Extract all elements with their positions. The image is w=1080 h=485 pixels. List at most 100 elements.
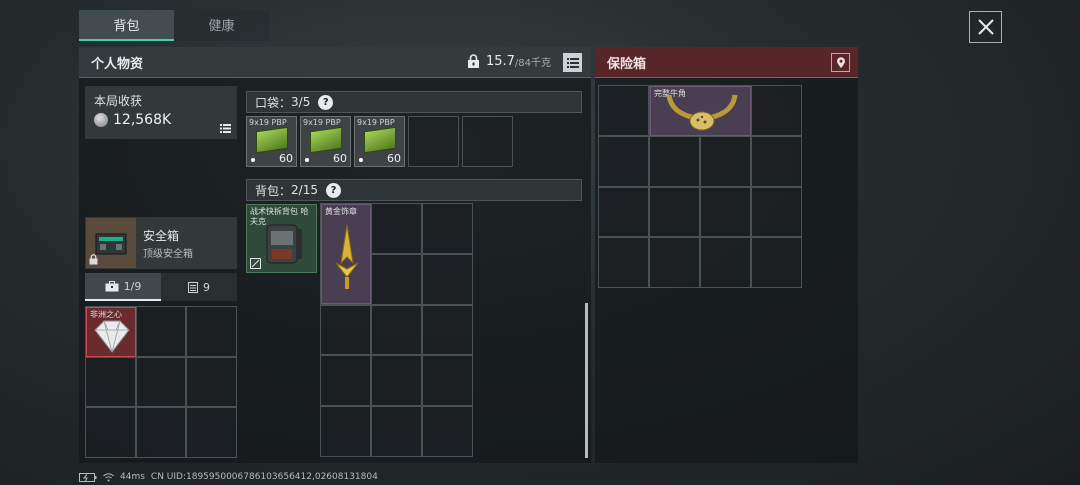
grid-cell[interactable] [700,237,751,288]
grid-cell[interactable] [422,304,473,356]
lock-icon [467,54,479,68]
grid-cell[interactable] [85,356,136,408]
locate-button[interactable] [831,53,850,72]
ammo-item[interactable]: 9x19 PBP 60 [300,116,351,167]
top-tabs: 背包 健康 [79,10,269,41]
ammo-item[interactable]: 9x19 PBP 60 [354,116,405,167]
list-icon [220,124,231,133]
grid-cell[interactable] [422,253,473,305]
grid-cell[interactable] [320,355,371,407]
close-button[interactable] [969,11,1002,43]
uid-text: CN UID:1895950006786103656412,0260813180… [150,472,378,482]
grid-cell[interactable] [649,237,700,288]
personal-header: 个人物资 15.7 /84千克 [79,47,591,78]
grid-cell[interactable] [135,407,187,458]
ammo-dot [359,158,363,162]
grid-cell[interactable] [371,253,422,305]
case-item-heart-of-africa[interactable]: 非洲之心 [86,307,136,357]
grid-cell[interactable] [598,186,649,238]
pocket-slot[interactable] [408,116,459,167]
grid-cell[interactable] [320,406,371,457]
horn-image [666,94,738,131]
safe-item-complete-horn[interactable]: 完整牛角 [650,86,751,136]
sort-menu-button[interactable] [563,53,582,72]
grid-cell[interactable] [751,186,802,238]
menu-icon [566,57,579,68]
grid-cell[interactable] [598,85,649,136]
tab-case-count[interactable]: 9 [161,273,237,301]
ping-text: 44ms [120,472,145,482]
backpack-help-icon[interactable]: ? [325,182,341,198]
harvest-box[interactable]: 本局收获 12,568K [85,86,237,139]
grid-cell[interactable] [422,355,473,407]
pocket-bar: 口袋： 3/5 ? [246,91,582,113]
briefcase-icon [105,280,119,291]
tab-case-slots[interactable]: 1/9 [85,273,161,301]
backpack-label: 背包： [255,183,292,198]
grid-cell[interactable] [751,135,802,187]
pocket-slot[interactable] [462,116,513,167]
backpack-scrollbar[interactable] [585,303,588,458]
grid-cell[interactable] [186,407,237,458]
grid-cell[interactable] [371,355,422,407]
diamond-image [94,320,130,353]
secure-case-slot[interactable]: 安全箱 顶级安全箱 [85,217,237,269]
secure-case-name: 安全箱 [143,229,180,243]
grid-cell[interactable] [422,406,473,457]
location-pin-icon [836,56,845,68]
grid-cell[interactable] [135,356,187,408]
ammo-item[interactable]: 9x19 PBP 60 [246,116,297,167]
grid-cell[interactable] [700,186,751,238]
ammo-count: 60 [333,152,347,165]
ammo-box-image [310,126,342,154]
safe-box-header: 保险箱 [595,47,858,78]
grid-cell[interactable] [751,237,802,288]
equipped-backpack[interactable]: 战术快拆背包 哈夫克 [246,204,317,273]
grid-cell[interactable] [186,306,237,357]
ammo-label: 9x19 PBP [249,118,287,127]
grid-cell[interactable] [186,356,237,408]
grid-cell[interactable] [700,135,751,187]
pocket-label: 口袋： [255,95,292,110]
status-bar: 44ms CN UID:1895950006786103656412,02608… [79,470,378,484]
close-icon [977,19,994,35]
grid-cell[interactable] [751,85,802,136]
weight-indicator: 15.7 /84千克 [467,54,551,69]
secure-case-subtitle: 顶级安全箱 [143,249,193,260]
weight-current: 15.7 [485,54,515,69]
grid-cell[interactable] [371,203,422,254]
item-label: 黄金饰章 [325,207,357,216]
grid-cell[interactable] [598,135,649,187]
grid-cell[interactable] [649,135,700,187]
grid-cell[interactable] [371,406,422,457]
ammo-box-image [256,126,288,154]
backpack-bar: 背包： 2/15 ? [246,179,582,201]
clipboard-icon [188,282,198,293]
pocket-help-icon[interactable]: ? [318,94,334,110]
secure-case-tabs: 1/9 9 [85,273,237,301]
backpack-count: 2/15 [291,183,318,197]
grid-cell[interactable] [85,407,136,458]
grid-cell[interactable] [422,203,473,254]
tab-health[interactable]: 健康 [174,10,269,41]
ammo-dot [251,158,255,162]
battery-icon [79,472,97,482]
coin-icon [94,113,108,127]
tab-backpack[interactable]: 背包 [79,10,174,41]
gold-emblem-image [335,224,359,289]
grid-cell[interactable] [598,237,649,288]
grid-cell[interactable] [649,186,700,238]
backpack-image [266,224,302,264]
ammo-count: 60 [279,152,293,165]
personal-title: 个人物资 [91,56,144,72]
ammo-label: 9x19 PBP [303,118,341,127]
grid-cell[interactable] [371,304,422,356]
grid-cell[interactable] [320,304,371,356]
backpack-item-gold-emblem[interactable]: 黄金饰章 [321,204,371,304]
weight-max: /84千克 [514,58,551,69]
ammo-dot [305,158,309,162]
harvest-title: 本局收获 [94,94,143,108]
grid-cell[interactable] [135,306,187,357]
ammo-count: 60 [387,152,401,165]
safe-box-title: 保险箱 [607,56,647,72]
